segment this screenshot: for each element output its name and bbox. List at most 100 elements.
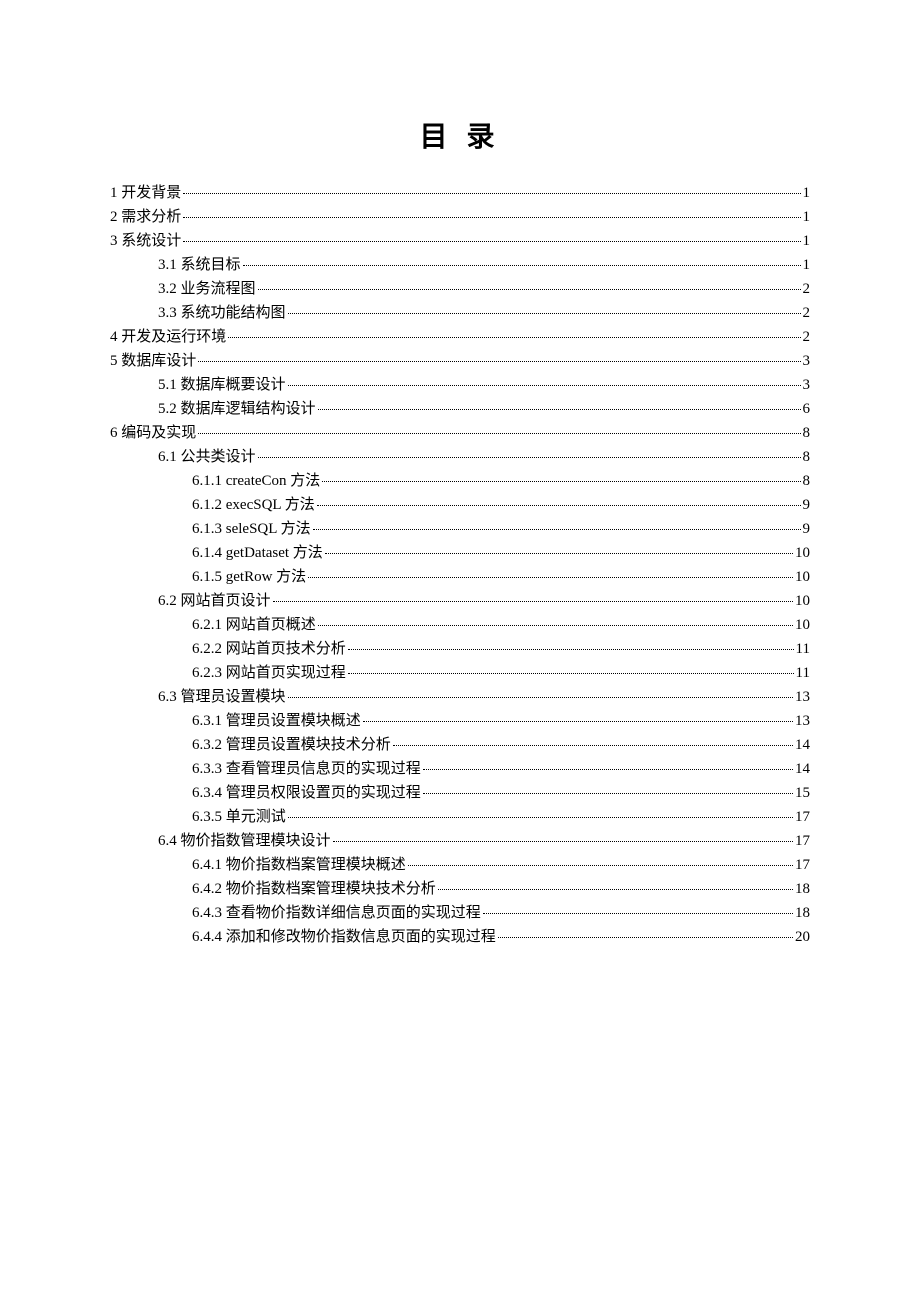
toc-entry-label: 6 编码及实现 xyxy=(110,421,196,445)
toc-entry: 6.1 公共类设计 8 xyxy=(110,445,810,469)
toc-entry: 3.2 业务流程图 2 xyxy=(110,277,810,301)
toc-leader-dots xyxy=(183,217,800,218)
toc-leader-dots xyxy=(498,937,793,938)
toc-entry: 6.2.1 网站首页概述 10 xyxy=(110,613,810,637)
toc-entry: 6.1.1 createCon 方法 8 xyxy=(110,469,810,493)
toc-entry-page: 13 xyxy=(795,709,810,733)
toc-entry: 6 编码及实现 8 xyxy=(110,421,810,445)
toc-entry: 6.1.3 seleSQL 方法9 xyxy=(110,517,810,541)
toc-entry-label: 6.4.4 添加和修改物价指数信息页面的实现过程 xyxy=(192,925,496,949)
toc-entry: 6.3.2 管理员设置模块技术分析14 xyxy=(110,733,810,757)
toc-entry: 6.3 管理员设置模块 13 xyxy=(110,685,810,709)
toc-entry-label: 5.1 数据库概要设计 xyxy=(158,373,286,397)
toc-leader-dots xyxy=(322,481,800,482)
toc-entry-page: 18 xyxy=(795,877,810,901)
toc-entry-page: 2 xyxy=(803,325,811,349)
toc-entry-label: 3.3 系统功能结构图 xyxy=(158,301,286,325)
toc-entry-page: 2 xyxy=(803,277,811,301)
toc-entry: 6.4 物价指数管理模块设计17 xyxy=(110,829,810,853)
toc-entry-label: 3 系统设计 xyxy=(110,229,181,253)
toc-entry-page: 8 xyxy=(803,421,811,445)
toc-entry-page: 8 xyxy=(803,445,811,469)
toc-entry-page: 20 xyxy=(795,925,810,949)
toc-entry: 6.2 网站首页设计 10 xyxy=(110,589,810,613)
toc-entry-label: 6.2 网站首页设计 xyxy=(158,589,271,613)
toc-entry: 6.4.3 查看物价指数详细信息页面的实现过程 18 xyxy=(110,901,810,925)
toc-entry-label: 6.3.4 管理员权限设置页的实现过程 xyxy=(192,781,421,805)
toc-entry-page: 18 xyxy=(795,901,810,925)
toc-entry-page: 10 xyxy=(795,589,810,613)
table-of-contents: 1 开发背景12 需求分析13 系统设计13.1 系统目标13.2 业务流程图2… xyxy=(110,181,810,949)
toc-entry-label: 6.2.1 网站首页概述 xyxy=(192,613,316,637)
toc-leader-dots xyxy=(258,457,801,458)
toc-leader-dots xyxy=(408,865,793,866)
toc-entry-label: 5.2 数据库逻辑结构设计 xyxy=(158,397,316,421)
toc-entry-label: 6.1.3 seleSQL 方法 xyxy=(192,517,311,541)
toc-leader-dots xyxy=(198,433,800,434)
toc-entry: 2 需求分析1 xyxy=(110,205,810,229)
toc-entry: 3 系统设计1 xyxy=(110,229,810,253)
toc-leader-dots xyxy=(325,553,793,554)
toc-entry-page: 14 xyxy=(795,757,810,781)
toc-entry-label: 3.2 业务流程图 xyxy=(158,277,256,301)
toc-entry-label: 3.1 系统目标 xyxy=(158,253,241,277)
toc-leader-dots xyxy=(313,529,801,530)
toc-entry-label: 6.4.2 物价指数档案管理模块技术分析 xyxy=(192,877,436,901)
toc-leader-dots xyxy=(273,601,793,602)
toc-entry: 6.4.4 添加和修改物价指数信息页面的实现过程 20 xyxy=(110,925,810,949)
toc-entry-page: 17 xyxy=(795,805,810,829)
toc-leader-dots xyxy=(393,745,793,746)
toc-entry-label: 6.1 公共类设计 xyxy=(158,445,256,469)
toc-entry-label: 6.2.3 网站首页实现过程 xyxy=(192,661,346,685)
toc-entry-page: 2 xyxy=(803,301,811,325)
toc-entry-page: 10 xyxy=(795,613,810,637)
toc-leader-dots xyxy=(318,625,793,626)
toc-leader-dots xyxy=(308,577,793,578)
toc-leader-dots xyxy=(183,241,800,242)
toc-leader-dots xyxy=(438,889,793,890)
toc-leader-dots xyxy=(183,193,800,194)
toc-entry-label: 1 开发背景 xyxy=(110,181,181,205)
toc-entry-label: 6.1.1 createCon 方法 xyxy=(192,469,320,493)
toc-entry-label: 5 数据库设计 xyxy=(110,349,196,373)
toc-entry-page: 1 xyxy=(803,253,811,277)
toc-leader-dots xyxy=(317,505,801,506)
toc-leader-dots xyxy=(423,793,793,794)
toc-entry-label: 6.4.3 查看物价指数详细信息页面的实现过程 xyxy=(192,901,481,925)
toc-leader-dots xyxy=(228,337,800,338)
toc-entry: 6.1.4 getDataset 方法 10 xyxy=(110,541,810,565)
toc-entry-label: 6.3.1 管理员设置模块概述 xyxy=(192,709,361,733)
toc-entry-page: 1 xyxy=(803,181,811,205)
toc-entry-label: 6.3.5 单元测试 xyxy=(192,805,286,829)
toc-entry-label: 6.3.2 管理员设置模块技术分析 xyxy=(192,733,391,757)
toc-entry: 4 开发及运行环境 2 xyxy=(110,325,810,349)
toc-leader-dots xyxy=(258,289,801,290)
toc-entry-page: 15 xyxy=(795,781,810,805)
toc-entry-label: 6.1.5 getRow 方法 xyxy=(192,565,306,589)
toc-entry-label: 6.4 物价指数管理模块设计 xyxy=(158,829,331,853)
toc-leader-dots xyxy=(423,769,793,770)
toc-entry-label: 6.1.4 getDataset 方法 xyxy=(192,541,323,565)
toc-entry: 5.1 数据库概要设计 3 xyxy=(110,373,810,397)
toc-entry-label: 2 需求分析 xyxy=(110,205,181,229)
toc-entry-page: 9 xyxy=(803,493,811,517)
toc-entry: 6.3.5 单元测试 17 xyxy=(110,805,810,829)
toc-entry-page: 10 xyxy=(795,541,810,565)
toc-entry-page: 3 xyxy=(803,373,811,397)
toc-entry-label: 4 开发及运行环境 xyxy=(110,325,226,349)
toc-entry: 6.3.1 管理员设置模块概述 13 xyxy=(110,709,810,733)
toc-leader-dots xyxy=(243,265,801,266)
toc-entry-page: 17 xyxy=(795,853,810,877)
toc-entry-page: 10 xyxy=(795,565,810,589)
toc-entry-page: 13 xyxy=(795,685,810,709)
toc-leader-dots xyxy=(483,913,793,914)
toc-entry: 5 数据库设计3 xyxy=(110,349,810,373)
toc-entry: 6.4.1 物价指数档案管理模块概述17 xyxy=(110,853,810,877)
toc-entry: 1 开发背景 1 xyxy=(110,181,810,205)
toc-entry-page: 8 xyxy=(803,469,811,493)
toc-entry-label: 6.3 管理员设置模块 xyxy=(158,685,286,709)
toc-entry: 6.2.3 网站首页实现过程11 xyxy=(110,661,810,685)
toc-entry: 6.1.5 getRow 方法 10 xyxy=(110,565,810,589)
toc-leader-dots xyxy=(198,361,800,362)
toc-leader-dots xyxy=(288,697,793,698)
